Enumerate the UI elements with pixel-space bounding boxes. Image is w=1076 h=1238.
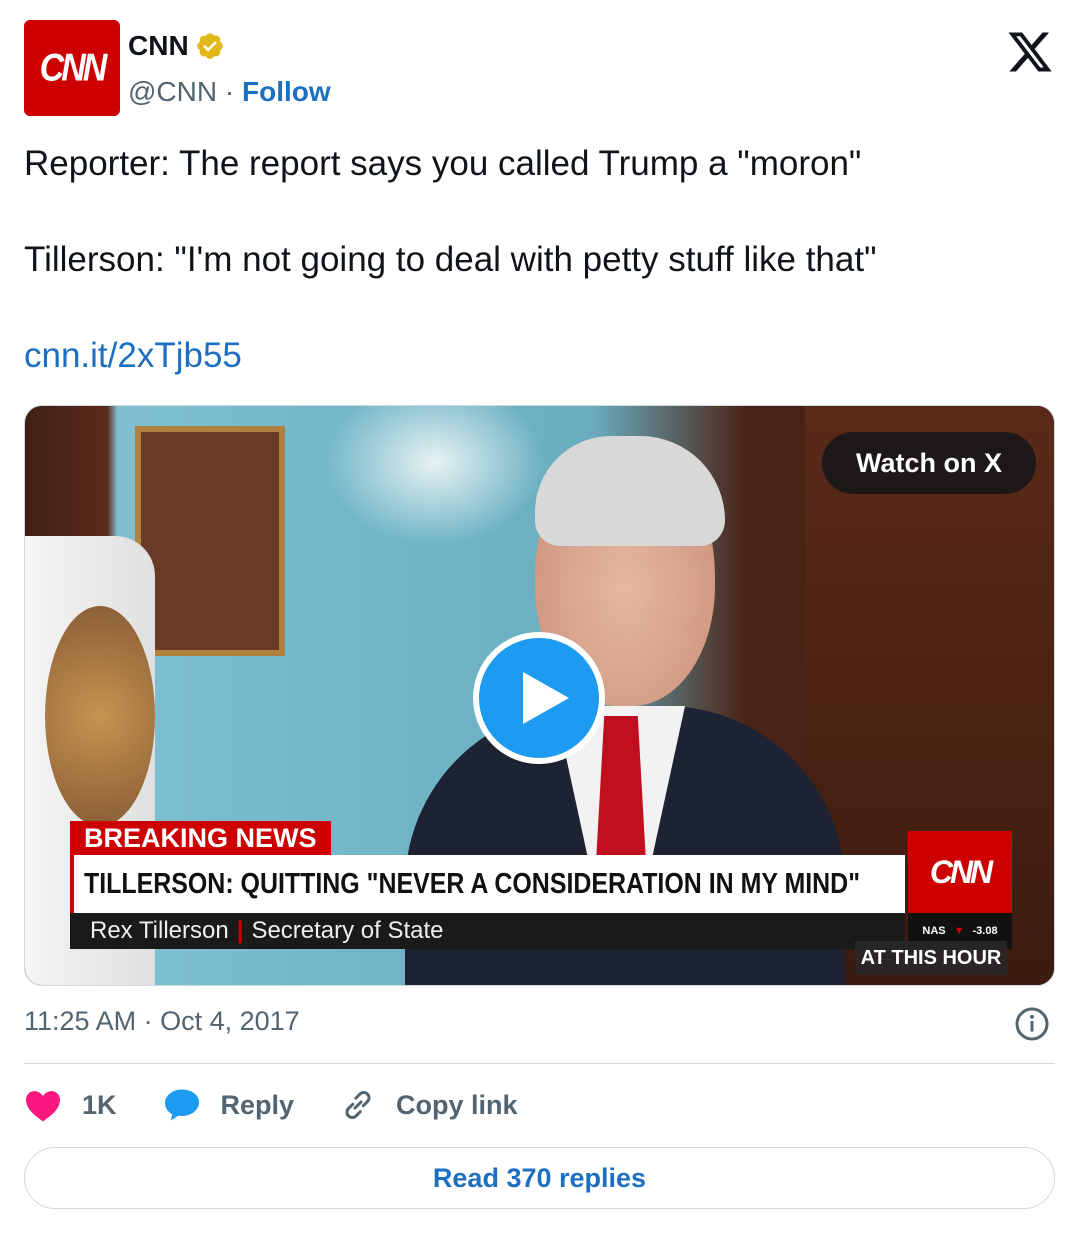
verified-badge-icon <box>196 33 223 59</box>
separator: · <box>217 76 242 107</box>
headline-bar: TILLERSON: QUITTING "NEVER A CONSIDERATI… <box>70 855 905 913</box>
speaker-bar: Rex Tillerson | Secretary of State <box>70 913 905 949</box>
speaker-title: Secretary of State <box>251 917 444 944</box>
action-bar: 1K Reply Copy link <box>24 1082 564 1128</box>
copy-link-label: Copy link <box>396 1089 518 1120</box>
info-icon[interactable] <box>1014 1006 1050 1042</box>
like-count: 1K <box>82 1089 117 1120</box>
breaking-news-label: BREAKING NEWS <box>70 821 331 855</box>
news-lower-third: BREAKING NEWS TILLERSON: QUITTING "NEVER… <box>70 821 1012 951</box>
reply-button[interactable]: Reply <box>163 1088 295 1122</box>
speaker-name: Rex Tillerson <box>90 917 229 944</box>
author-handle-row: @CNN · Follow <box>128 76 331 108</box>
author-name-row: CNN <box>128 30 225 62</box>
play-button[interactable] <box>473 632 605 764</box>
copy-link-button[interactable]: Copy link <box>340 1087 518 1123</box>
like-button[interactable]: 1K <box>24 1088 117 1122</box>
x-logo-icon[interactable] <box>1006 28 1054 76</box>
tweet-link[interactable]: cnn.it/2xTjb55 <box>24 336 242 375</box>
play-icon <box>523 672 569 724</box>
chandelier <box>325 406 545 546</box>
ticker-value: -3.08 <box>972 925 998 937</box>
cnn-bug-logo: CNN <box>908 831 1012 913</box>
ticker-symbol: NAS <box>922 925 946 937</box>
video-player[interactable]: BREAKING NEWS TILLERSON: QUITTING "NEVER… <box>24 405 1055 986</box>
author-handle[interactable]: @CNN <box>128 76 217 107</box>
tweet-text: Reporter: The report says you called Tru… <box>24 140 1054 380</box>
watch-on-x-button[interactable]: Watch on X <box>822 432 1036 494</box>
tweet-timestamp[interactable]: 11:25 AM · Oct 4, 2017 <box>24 1006 300 1037</box>
tweet-line-2: Tillerson: "I'm not going to deal with p… <box>24 240 877 279</box>
wall-portrait <box>135 426 285 656</box>
program-label: AT THIS HOUR <box>855 941 1007 975</box>
news-headline: TILLERSON: QUITTING "NEVER A CONSIDERATI… <box>84 868 861 900</box>
down-arrow-icon: ▼ <box>953 925 965 937</box>
avatar[interactable]: CNN <box>24 20 120 116</box>
link-icon <box>345 1091 371 1119</box>
tweet-header: CNN CNN @CNN · Follow <box>24 20 1054 120</box>
follow-button[interactable]: Follow <box>242 76 331 107</box>
speaker-separator: | <box>236 917 244 944</box>
read-replies-button[interactable]: Read 370 replies <box>24 1147 1055 1209</box>
reply-bubble-icon <box>164 1089 199 1121</box>
flag-seal <box>45 606 155 826</box>
reply-label: Reply <box>220 1089 295 1120</box>
cnn-logo: CNN <box>39 45 108 90</box>
tweet-line-1: Reporter: The report says you called Tru… <box>24 144 862 183</box>
author-name[interactable]: CNN <box>128 30 189 62</box>
heart-icon <box>26 1091 60 1122</box>
divider <box>24 1063 1055 1064</box>
